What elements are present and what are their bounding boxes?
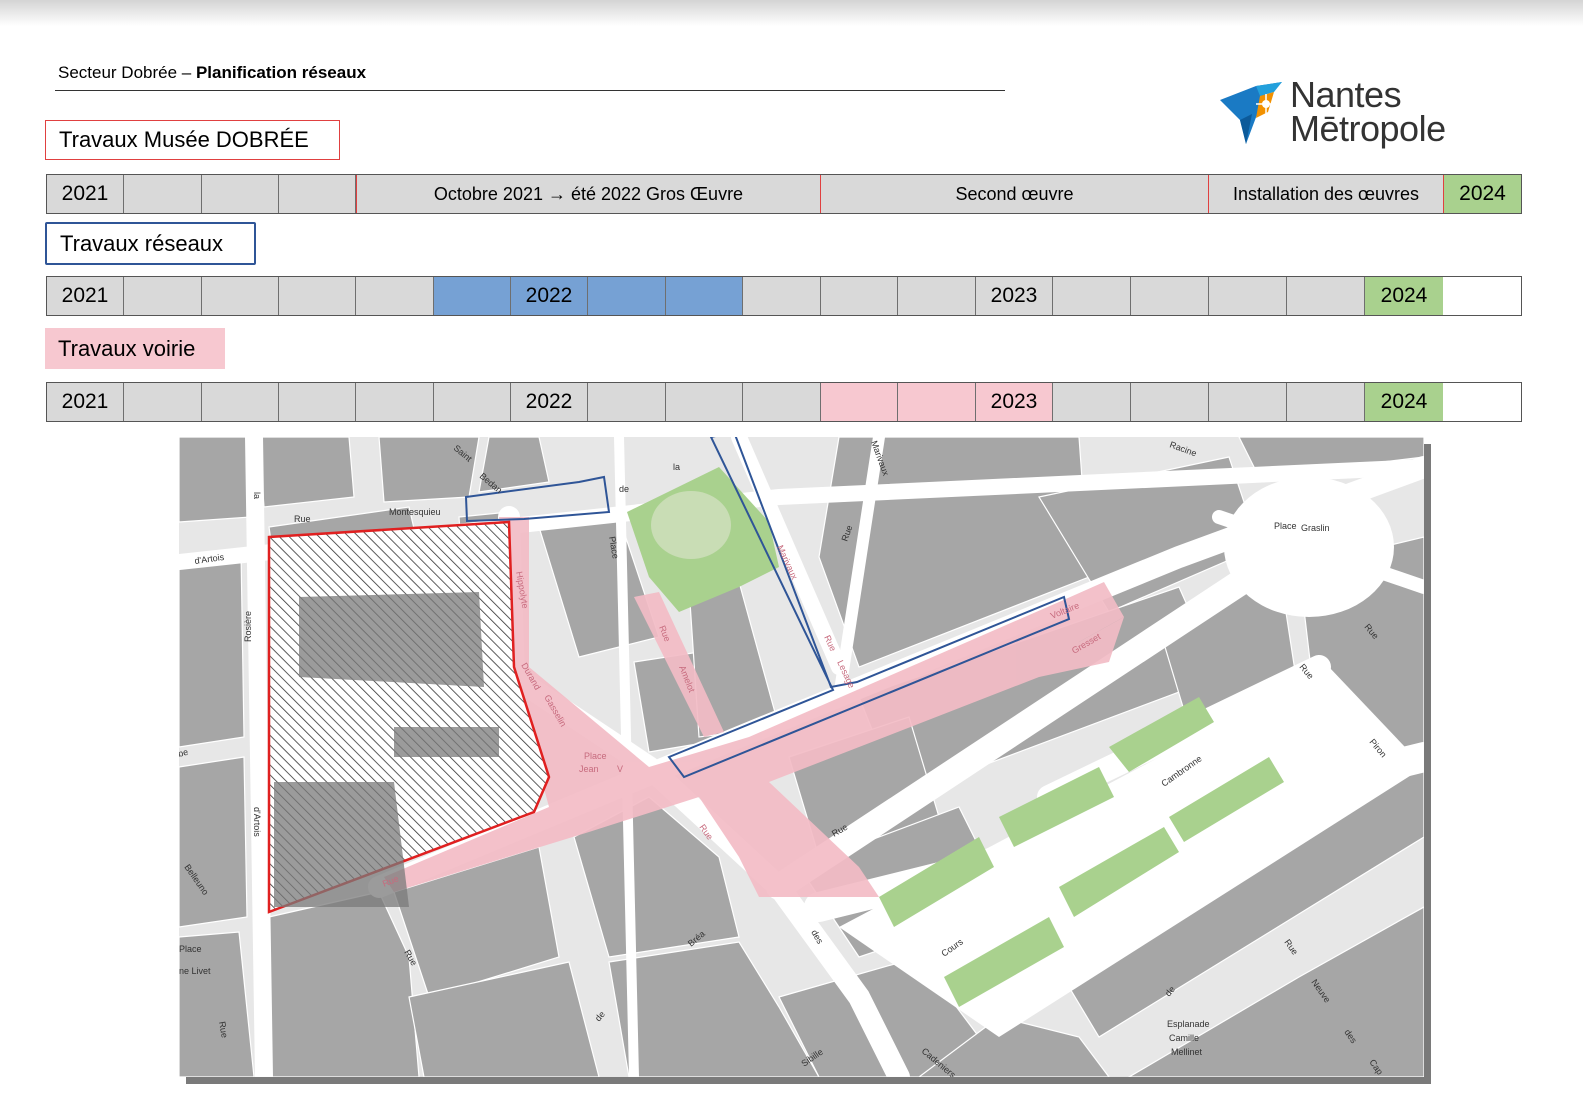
phase-installation: Installation des œuvres (1209, 175, 1444, 213)
timeline-cell (124, 277, 202, 315)
voirie-label: Travaux voirie (58, 335, 196, 361)
musee-timeline-row: 2021 Octobre 2021 → été 2022 Gros Œuvre … (46, 174, 1522, 214)
reseaux-timeline-row: 2021 2022 2023 2024 (46, 276, 1522, 316)
timeline-cell (588, 383, 666, 421)
svg-text:ne Livet: ne Livet (179, 966, 211, 976)
svg-text:Place: Place (584, 751, 607, 761)
timeline-cell (1053, 277, 1131, 315)
logo-line2: Mētropole (1290, 108, 1446, 149)
timeline-cell (202, 175, 279, 213)
phase-gros-oeuvre: Octobre 2021 → été 2022 Gros Œuvre (356, 175, 821, 213)
year-cell-2021: 2021 (47, 277, 124, 315)
timeline-cell-active (821, 383, 898, 421)
document-header: Secteur Dobrée – Planification réseaux (58, 63, 366, 83)
phase-second-oeuvre: Second œuvre (821, 175, 1209, 213)
timeline-cell (124, 383, 202, 421)
svg-text:Rosière: Rosière (243, 611, 253, 642)
timeline-cell (279, 383, 356, 421)
svg-text:de: de (619, 484, 629, 494)
musee-start-year: 2021 (47, 175, 124, 213)
timeline-cell (279, 175, 356, 213)
svg-text:la: la (252, 492, 262, 499)
svg-text:Esplanade: Esplanade (1167, 1019, 1210, 1029)
timeline-cell (821, 277, 898, 315)
timeline-cell (1131, 277, 1209, 315)
timeline-cell (743, 277, 821, 315)
svg-text:d'Artois: d'Artois (252, 807, 262, 837)
svg-text:Graslin: Graslin (1301, 523, 1330, 533)
svg-text:Place: Place (179, 944, 202, 954)
header-rule (55, 90, 1005, 91)
year-cell-2023: 2023 (976, 383, 1053, 421)
timeline-cell (202, 383, 279, 421)
top-shadow (0, 0, 1583, 26)
timeline-cell-active (434, 277, 511, 315)
timeline-cell (666, 383, 743, 421)
year-cell-2022: 2022 (511, 277, 588, 315)
timeline-cell-active (666, 277, 743, 315)
voirie-label-box: Travaux voirie (45, 328, 225, 369)
star-logo-icon (1220, 82, 1282, 144)
timeline-cell (1131, 383, 1209, 421)
timeline-cell-active (588, 277, 666, 315)
timeline-cell (1209, 383, 1287, 421)
svg-text:la: la (673, 462, 680, 472)
timeline-cell (898, 277, 976, 315)
logo-text: Nantes Mētropole (1290, 74, 1446, 149)
timeline-cell (1287, 277, 1365, 315)
svg-text:Jean: Jean (579, 764, 599, 774)
year-cell-2021: 2021 (47, 383, 124, 421)
musee-label: Travaux Musée DOBRÉE (59, 127, 309, 152)
site-map: la Rue Montesquieu Saint Bedan de la Mar… (179, 437, 1424, 1077)
timeline-cell (202, 277, 279, 315)
logo-line1: Nantes (1290, 74, 1402, 115)
year-cell-2023: 2023 (976, 277, 1053, 315)
reseaux-label: Travaux réseaux (60, 230, 224, 256)
timeline-cell (1287, 383, 1365, 421)
svg-text:Place: Place (1274, 521, 1297, 531)
musee-end-year: 2024 (1444, 175, 1521, 213)
header-title: Planification réseaux (195, 63, 367, 82)
svg-text:Rue: Rue (294, 514, 311, 524)
timeline-cell (743, 383, 821, 421)
musee-label-box: Travaux Musée DOBRÉE (45, 120, 340, 160)
svg-text:Mellinet: Mellinet (1171, 1047, 1203, 1057)
timeline-cell (434, 383, 511, 421)
svg-text:Montesquieu: Montesquieu (389, 507, 441, 517)
timeline-cell (1209, 277, 1287, 315)
year-cell-2024: 2024 (1365, 277, 1443, 315)
voirie-timeline-row: 2021 2022 2023 2024 (46, 382, 1522, 422)
timeline-cell (124, 175, 202, 213)
map-svg: la Rue Montesquieu Saint Bedan de la Mar… (179, 437, 1424, 1077)
timeline-cell-active (898, 383, 976, 421)
svg-text:V: V (617, 764, 623, 774)
timeline-cell (279, 277, 356, 315)
timeline-cell (356, 277, 434, 315)
svg-text:Camille: Camille (1169, 1033, 1199, 1043)
year-cell-2022: 2022 (511, 383, 588, 421)
sector-text: Secteur Dobrée – (58, 63, 196, 82)
timeline-cell (1053, 383, 1131, 421)
reseaux-label-box: Travaux réseaux (45, 222, 256, 265)
year-cell-2024: 2024 (1365, 383, 1443, 421)
place-graslin (1224, 477, 1394, 617)
nantes-metropole-logo: Nantes Mētropole (1216, 74, 1506, 158)
timeline-cell (356, 383, 434, 421)
